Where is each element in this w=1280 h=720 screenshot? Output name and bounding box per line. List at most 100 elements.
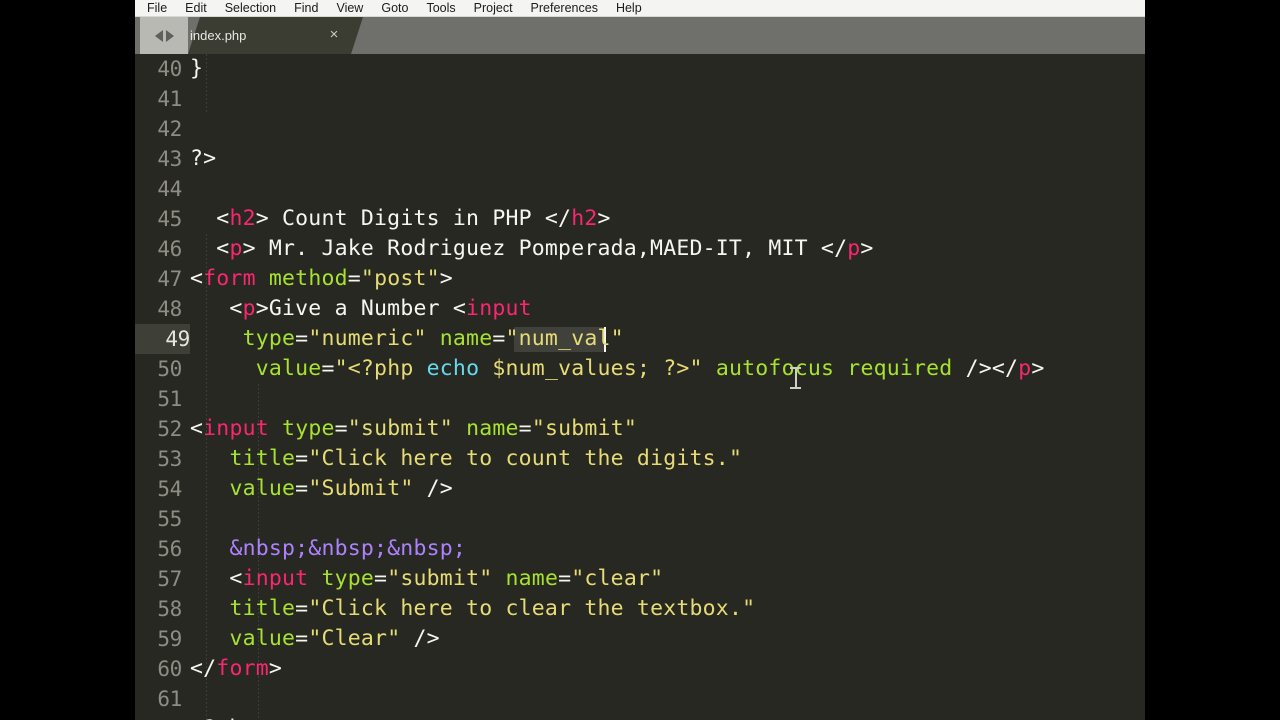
line-number-58: 58 [157, 597, 182, 621]
token: > [439, 266, 453, 291]
token: "num_val" [505, 326, 624, 351]
code-line-40[interactable]: } [190, 54, 203, 84]
triangle-right-icon[interactable] [165, 29, 174, 42]
token: $num_values [492, 356, 637, 381]
line-number-43: 43 [157, 147, 182, 171]
token: method [268, 266, 348, 291]
token: < [190, 236, 230, 261]
menu-item-preferences[interactable]: Preferences [522, 1, 607, 16]
close-icon[interactable]: × [326, 27, 342, 43]
token: = [295, 446, 309, 471]
token: < [190, 296, 243, 321]
token: input [203, 416, 269, 441]
token: h2 [229, 206, 256, 231]
token: "clear" [571, 566, 664, 591]
menu-item-goto[interactable]: Goto [372, 1, 417, 16]
menu-item-edit[interactable]: Edit [176, 1, 216, 16]
code-line-43[interactable]: ?> [190, 144, 216, 174]
line-number-40: 40 [157, 57, 182, 81]
code-line-52[interactable]: <input type="submit" name="submit" [190, 414, 637, 444]
code-line-45[interactable]: <h2> Count Digits in PHP </h2> [190, 204, 611, 234]
token: > [268, 656, 283, 681]
token: echo [426, 356, 480, 381]
code-editor[interactable]: 40 41 42 43 44 45 46 47 48 49 50 51 52 53 54 55 56 57 58 59… [135, 54, 1145, 720]
menu-item-help[interactable]: Help [607, 1, 651, 16]
token: input [242, 566, 309, 591]
line-number-45: 45 [157, 207, 182, 231]
indent-guide [206, 54, 207, 114]
line-number-55: 55 [157, 507, 182, 531]
token: input [466, 296, 532, 321]
token: ; ?>" [636, 356, 703, 381]
token: type [242, 326, 296, 351]
token: = [492, 326, 506, 351]
line-number-60: 60 [157, 657, 182, 681]
code-line-58[interactable]: title="Click here to clear the textbox." [190, 594, 755, 624]
token: p [229, 236, 243, 261]
code-line-59[interactable]: value="Clear" /> [190, 624, 440, 654]
token: = [295, 596, 309, 621]
tab-bar: index.php × [135, 17, 1145, 54]
menu-item-view[interactable]: View [327, 1, 372, 16]
token: form [203, 266, 256, 291]
token: < [190, 206, 230, 231]
token: "Click here to clear the textbox." [308, 596, 756, 621]
code-line-57[interactable]: <input type="submit" name="clear" [190, 564, 663, 594]
token: h2 [571, 206, 598, 231]
menu-item-selection[interactable]: Selection [216, 1, 285, 16]
text-ibeam-cursor [790, 366, 801, 390]
token: < [190, 416, 204, 441]
line-number-gutter: 40 41 42 43 44 45 46 47 48 49 50 51 52 53 54 55 56 57 58 59… [135, 54, 190, 720]
menu-bar: File Edit Selection Find View Goto Tools Projec… [135, 0, 1145, 17]
token: p [1018, 356, 1032, 381]
token: > Mr. Jake Rodriguez Pomperada,MAED-IT, … [242, 236, 848, 261]
token: type [282, 416, 335, 441]
token: /> [413, 476, 453, 501]
token: value [255, 356, 322, 381]
code-line-48[interactable]: <p>Give a Number <input [190, 294, 532, 324]
code-line-60[interactable]: </form> [190, 654, 282, 684]
token: name [466, 416, 519, 441]
code-line-56[interactable]: &nbsp;&nbsp;&nbsp; [190, 534, 466, 564]
menu-item-file[interactable]: File [138, 1, 176, 16]
token: value [229, 626, 296, 651]
line-number-53: 53 [157, 447, 182, 471]
menu-item-project[interactable]: Project [465, 1, 522, 16]
token: <?php [190, 716, 256, 720]
code-line-54[interactable]: value="Submit" /> [190, 474, 453, 504]
token: </ [190, 656, 217, 681]
code-line-53[interactable]: title="Click here to count the digits." [190, 444, 742, 474]
code-line-47[interactable]: <form method="post"> [190, 264, 453, 294]
code-line-62[interactable]: <?php [190, 714, 256, 720]
line-number-57: 57 [157, 567, 182, 591]
tab-nav-arrows[interactable] [140, 17, 188, 54]
ibeam-bottom-cap [790, 387, 801, 389]
line-number-51: 51 [157, 387, 182, 411]
token: = [295, 626, 309, 651]
menu-item-find[interactable]: Find [285, 1, 327, 16]
menu-item-tools[interactable]: Tools [417, 1, 464, 16]
token: "submit" [531, 416, 637, 441]
token: < [190, 566, 243, 591]
line-number-41: 41 [157, 87, 182, 111]
code-area[interactable]: } ?> <h2> Count Digits in PHP </h2> <p> M… [190, 54, 1145, 720]
token: "<?php [334, 356, 427, 381]
line-number-52: 52 [157, 417, 182, 441]
token: > [597, 206, 611, 231]
triangle-left-icon[interactable] [154, 29, 163, 42]
code-line-46[interactable]: <p> Mr. Jake Rodriguez Pomperada,MAED-IT… [190, 234, 874, 264]
code-line-49[interactable]: type="numeric" name="num_val" [190, 324, 624, 354]
code-line-50[interactable]: value="<?php echo $num_values; ?>" autof… [190, 354, 1045, 384]
line-number-56: 56 [157, 537, 182, 561]
